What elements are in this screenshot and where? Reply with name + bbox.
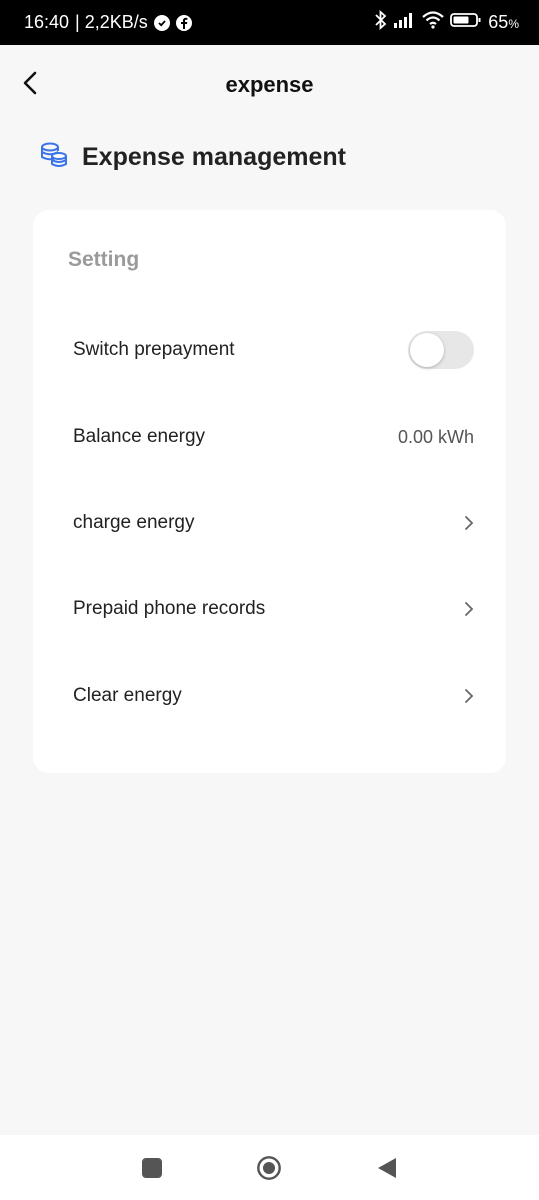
nav-back-button[interactable] xyxy=(374,1155,400,1181)
row-label: Switch prepayment xyxy=(73,339,235,360)
battery-level: 65% xyxy=(488,12,519,32)
system-nav-bar xyxy=(0,1135,539,1200)
toggle-knob xyxy=(410,333,444,367)
card-label: Setting xyxy=(68,248,140,271)
section-header: Expense management xyxy=(40,140,346,174)
status-speed: | 2,2KB/s xyxy=(75,12,148,32)
balance-energy-row: Balance energy 0.00 kWh xyxy=(33,407,506,467)
coins-stack-icon xyxy=(40,142,68,173)
prepayment-toggle[interactable] xyxy=(408,331,474,369)
back-button[interactable] xyxy=(14,67,46,99)
row-label: Prepaid phone records xyxy=(73,598,266,619)
status-time: 16:40 xyxy=(24,12,70,32)
chevron-right-icon xyxy=(465,689,474,703)
section-title: Expense management xyxy=(82,142,346,171)
page-title: expense xyxy=(225,72,314,97)
facebook-icon xyxy=(175,14,192,31)
recents-square-icon xyxy=(142,1158,162,1178)
prepaid-phone-records-row[interactable]: Prepaid phone records xyxy=(33,579,506,639)
chevron-right-icon xyxy=(465,516,474,530)
check-circle-icon xyxy=(153,14,170,31)
home-circle-icon xyxy=(257,1156,281,1180)
row-label: Balance energy xyxy=(73,426,206,447)
recents-button[interactable] xyxy=(139,1155,165,1181)
row-label: Clear energy xyxy=(73,685,182,706)
clear-energy-row[interactable]: Clear energy xyxy=(33,666,506,726)
home-button[interactable] xyxy=(256,1155,282,1181)
signal-icon xyxy=(394,12,416,33)
back-triangle-icon xyxy=(378,1158,396,1178)
bluetooth-icon xyxy=(374,9,388,35)
settings-card: Setting Switch prepayment Balance energy… xyxy=(33,210,506,773)
wifi-icon xyxy=(422,11,445,34)
chevron-left-icon xyxy=(23,71,37,95)
balance-energy-value: 0.00 kWh xyxy=(397,426,474,447)
battery-icon xyxy=(450,12,482,33)
switch-prepayment-row: Switch prepayment xyxy=(33,320,506,380)
status-left: 16:40 | 2,2KB/s xyxy=(24,12,192,33)
chevron-right-icon xyxy=(465,602,474,616)
status-bar: 16:40 | 2,2KB/s 65% xyxy=(0,0,539,45)
status-right: 65% xyxy=(374,9,519,35)
charge-energy-row[interactable]: charge energy xyxy=(33,493,506,553)
row-label: charge energy xyxy=(73,512,195,533)
top-bar: expense xyxy=(0,45,539,125)
